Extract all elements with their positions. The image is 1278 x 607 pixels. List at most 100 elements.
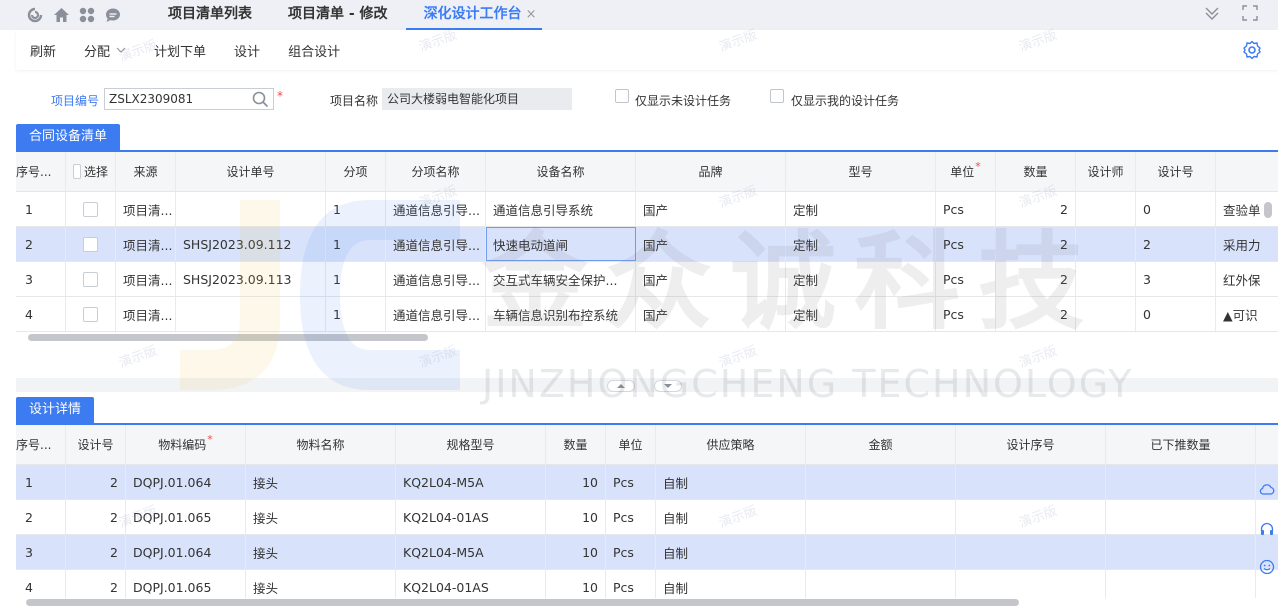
cell-seq: 3 (16, 535, 66, 569)
col-pushed-qty[interactable]: 已下推数量 (1106, 425, 1256, 464)
cell-amount (806, 465, 956, 499)
cell-qty: 10 (546, 465, 606, 499)
tab-bar: 项目清单列表 项目清单 - 修改 深化设计工作台 × (0, 0, 1278, 30)
cell-pushed-qty (1106, 465, 1256, 499)
refresh-icon[interactable] (26, 6, 44, 24)
detail-section-title[interactable]: 设计详情 (16, 397, 95, 423)
col-brand[interactable]: 品牌 (636, 152, 786, 191)
smile-icon[interactable] (1256, 556, 1278, 578)
col-material-code-label: 物料编码 (158, 438, 207, 452)
cell-qty: 2 (996, 227, 1076, 261)
contract-hscrollbar[interactable] (16, 332, 1278, 342)
gear-icon[interactable] (1242, 40, 1262, 63)
cell-select[interactable] (66, 227, 116, 261)
table-row[interactable]: 1 2 DQPJ.01.064 接头 KQ2L04-M5A 10 Pcs 自制 (16, 465, 1278, 500)
collapse-down-button[interactable] (654, 380, 682, 392)
col-select[interactable]: 选择 (66, 152, 116, 191)
col-unit[interactable]: 单位 * (936, 152, 996, 191)
required-mark: * (207, 433, 213, 446)
cell-extra: 红外保 (1223, 272, 1261, 288)
table-row[interactable]: 3 项目清... SHSJ2023.09.113 1 通道信息引导... 交互式… (16, 262, 1278, 297)
col-item-name[interactable]: 分项名称 (386, 152, 486, 191)
col-seq[interactable]: 序号... (16, 152, 66, 191)
chevron-down-icon[interactable] (1204, 5, 1220, 24)
col-design-no[interactable]: 设计单号 (176, 152, 326, 191)
col-source[interactable]: 来源 (116, 152, 176, 191)
apps-grid-icon[interactable] (78, 6, 96, 24)
col-material-name[interactable]: 物料名称 (246, 425, 396, 464)
only-mine-checkbox[interactable] (770, 89, 784, 103)
row-checkbox[interactable] (83, 236, 98, 252)
cell-amount (806, 570, 956, 598)
fullscreen-icon[interactable] (1242, 5, 1258, 24)
col-designer[interactable]: 设计师 (1076, 152, 1136, 191)
table-row[interactable]: 4 项目清... 1 通道信息引导... 车辆信息识别布控系统 国产 定制 Pc… (16, 297, 1278, 332)
refresh-button[interactable]: 刷新 (16, 41, 70, 60)
cell-select[interactable] (66, 262, 116, 296)
headset-icon[interactable] (1256, 518, 1278, 540)
col-strategy[interactable]: 供应策略 (656, 425, 806, 464)
search-icon[interactable] (252, 91, 269, 111)
cell-select[interactable] (66, 192, 116, 226)
col-item[interactable]: 分项 (326, 152, 386, 191)
cell-device: 车辆信息识别布控系统 (486, 297, 636, 331)
scroll-thumb[interactable] (28, 334, 428, 341)
col-unit[interactable]: 单位 (606, 425, 656, 464)
cell-item-name: 通道信息引导... (386, 227, 486, 261)
cell-brand: 国产 (636, 192, 786, 226)
tab-design-workbench[interactable]: 深化设计工作台 × (405, 0, 543, 30)
row-checkbox[interactable] (83, 306, 98, 322)
only-undesigned-checkbox[interactable] (615, 89, 629, 103)
plan-order-button[interactable]: 计划下单 (140, 41, 220, 60)
tab-label: 项目清单 - 修改 (288, 6, 388, 22)
chat-icon[interactable] (104, 6, 122, 24)
col-amount[interactable]: 金额 (806, 425, 956, 464)
panel-splitter[interactable] (16, 378, 1278, 392)
cell-seq: 2 (16, 500, 66, 534)
cell-designer (1076, 192, 1136, 226)
cell-material-name: 接头 (246, 465, 396, 499)
cell-strategy: 自制 (656, 570, 806, 598)
table-row[interactable]: 3 2 DQPJ.01.064 接头 KQ2L04-M5A 10 Pcs 自制 (16, 535, 1278, 570)
table-row[interactable]: 2 2 DQPJ.01.065 接头 KQ2L04-01AS 10 Pcs 自制 (16, 500, 1278, 535)
detail-hscrollbar[interactable] (16, 597, 1278, 607)
col-design-num[interactable]: 设计号 (66, 425, 126, 464)
vertical-scrollbar[interactable] (1264, 202, 1272, 218)
col-seq[interactable]: 序号... (16, 425, 66, 464)
project-no-input[interactable]: ZSLX2309081 (104, 88, 274, 110)
close-icon[interactable]: × (526, 7, 537, 22)
collapse-up-button[interactable] (607, 380, 635, 392)
table-row[interactable]: 2 项目清... SHSJ2023.09.112 1 通道信息引导... 快速电… (16, 227, 1278, 262)
col-device[interactable]: 设备名称 (486, 152, 636, 191)
cell-strategy: 自制 (656, 465, 806, 499)
tab-label: 深化设计工作台 (423, 6, 522, 22)
assign-dropdown[interactable]: 分配 (70, 41, 140, 60)
design-button[interactable]: 设计 (220, 41, 274, 60)
table-row[interactable]: 4 2 DQPJ.01.065 接头 KQ2L04-01AS 10 Pcs 自制 (16, 570, 1278, 598)
tab-project-edit[interactable]: 项目清单 - 修改 (270, 0, 406, 30)
col-material-code[interactable]: 物料编码 * (126, 425, 246, 464)
col-qty[interactable]: 数量 (996, 152, 1076, 191)
cell-design-no: SHSJ2023.09.112 (176, 227, 326, 261)
tab-project-list[interactable]: 项目清单列表 (150, 0, 270, 30)
cell-unit: Pcs (606, 535, 656, 569)
col-design-seq[interactable]: 设计序号 (956, 425, 1106, 464)
cell-amount (806, 535, 956, 569)
col-design-num[interactable]: 设计号 (1136, 152, 1216, 191)
row-checkbox[interactable] (83, 271, 98, 287)
cell-model: 定制 (786, 262, 936, 296)
assign-label: 分配 (84, 44, 111, 60)
cell-device[interactable]: 快速电动道闸 (486, 227, 636, 261)
table-row[interactable]: 1 项目清... 1 通道信息引导... 通道信息引导系统 国产 定制 Pcs … (16, 192, 1278, 227)
col-model[interactable]: 型号 (786, 152, 936, 191)
scroll-thumb[interactable] (26, 599, 1019, 606)
col-qty[interactable]: 数量 (546, 425, 606, 464)
cell-select[interactable] (66, 297, 116, 331)
select-all-checkbox[interactable] (73, 164, 81, 179)
row-checkbox[interactable] (83, 201, 98, 217)
combo-design-button[interactable]: 组合设计 (274, 41, 354, 60)
home-icon[interactable] (52, 6, 70, 24)
contract-section-title[interactable]: 合同设备清单 (16, 124, 121, 150)
cloud-icon[interactable] (1256, 478, 1278, 500)
col-spec[interactable]: 规格型号 (396, 425, 546, 464)
